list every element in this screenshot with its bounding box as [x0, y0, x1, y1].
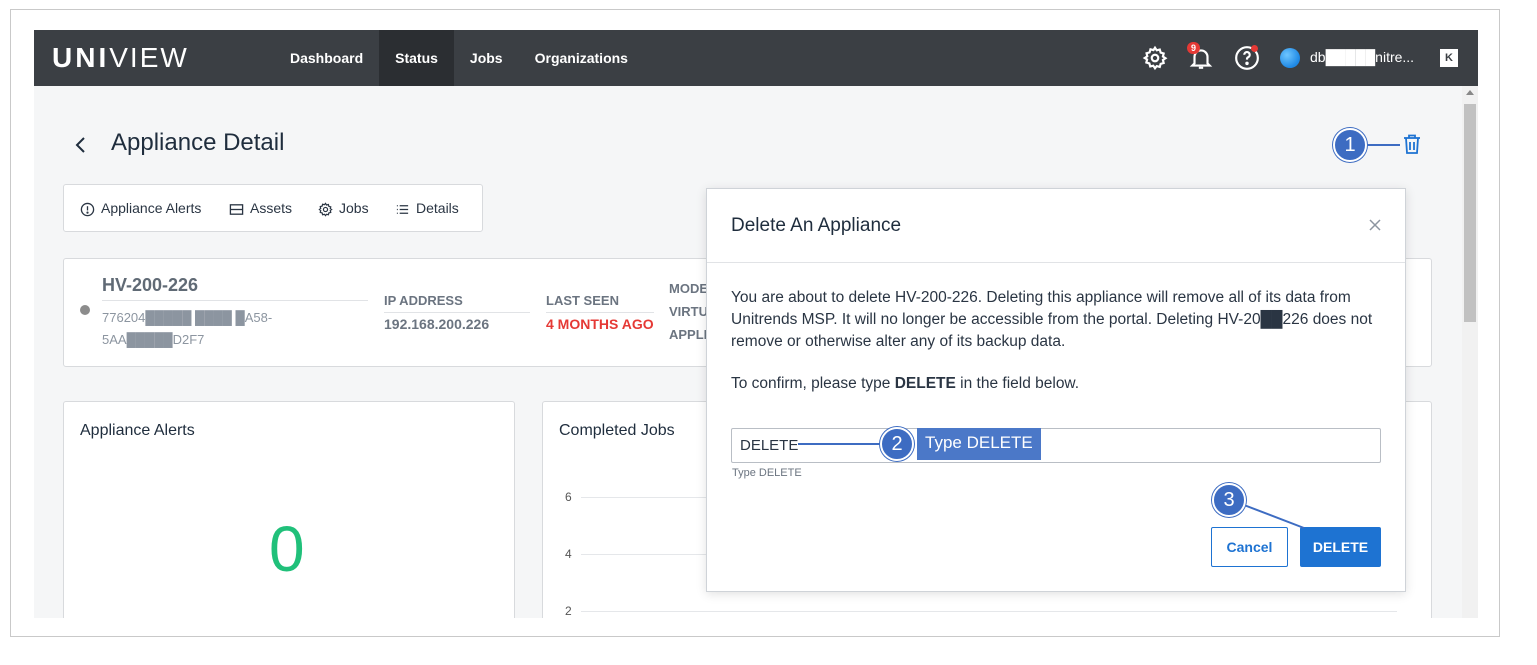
tab-assets[interactable]: Assets	[229, 185, 292, 231]
y-tick-6: 6	[565, 490, 572, 504]
nav-dashboard[interactable]: Dashboard	[274, 30, 379, 86]
y-tick-4: 4	[565, 547, 572, 561]
scrollbar-thumb[interactable]	[1464, 104, 1476, 322]
ip-address-value: 192.168.200.226	[384, 316, 490, 332]
y-tick-2: 2	[565, 604, 572, 618]
top-nav-bar: UNIVIEW Dashboard Status Jobs Organizati…	[34, 30, 1478, 86]
last-seen-value: 4 MONTHS AGO	[546, 316, 654, 332]
page-title: Appliance Detail	[111, 129, 285, 156]
nav-organizations[interactable]: Organizations	[519, 30, 644, 86]
k-icon[interactable]: K	[1440, 49, 1458, 67]
gear-icon	[318, 202, 333, 217]
appliance-id: 776204█████ ████ █A58- 5AA█████D2F7	[102, 310, 273, 347]
delete-appliance-modal: Delete An Appliance You are about to del…	[706, 188, 1406, 592]
divider	[102, 300, 368, 301]
modal-divider	[707, 262, 1405, 263]
modal-warning-text: You are about to delete HV-200-226. Dele…	[731, 289, 1373, 350]
trash-icon[interactable]	[1402, 133, 1422, 155]
assets-icon	[229, 203, 244, 215]
jobs-card-title: Completed Jobs	[559, 422, 675, 439]
divider	[546, 312, 654, 313]
tab-details[interactable]: Details	[395, 185, 459, 231]
grid-line	[581, 611, 1397, 612]
ip-address-label: IP ADDRESS	[384, 293, 463, 308]
close-icon[interactable]	[1367, 217, 1383, 233]
modal-title: Delete An Appliance	[731, 215, 902, 236]
alerts-card-title: Appliance Alerts	[80, 422, 195, 439]
tab-appliance-alerts[interactable]: Appliance Alerts	[80, 185, 201, 231]
username[interactable]: db█████nitre...	[1310, 49, 1414, 65]
modal-confirm-text: To confirm, please type DELETE in the fi…	[731, 375, 1080, 392]
model-label: MODE	[669, 281, 708, 296]
model-value-line1: VIRTU	[669, 304, 708, 319]
notifications-badge: 9	[1187, 42, 1201, 54]
nav-status[interactable]: Status	[379, 30, 454, 86]
callout-step-1: 1	[1333, 128, 1367, 162]
alerts-count[interactable]: 0	[269, 512, 305, 586]
appliance-name: HV-200-226	[102, 275, 199, 295]
callout-step-3: 3	[1212, 483, 1246, 517]
appliance-alerts-card: Appliance Alerts 0	[63, 401, 515, 618]
avatar[interactable]	[1280, 48, 1300, 68]
back-chevron-icon[interactable]	[74, 134, 88, 156]
model-value-line2: APPLI	[669, 327, 708, 342]
uniview-logo: UNIVIEW	[52, 42, 189, 73]
tab-jobs[interactable]: Jobs	[318, 185, 369, 231]
status-dot	[80, 305, 90, 315]
alert-circle-icon	[80, 202, 95, 217]
gear-icon[interactable]	[1142, 45, 1168, 71]
input-helper-text: Type DELETE	[732, 467, 802, 479]
main-nav: Dashboard Status Jobs Organizations	[274, 30, 644, 86]
detail-tabs: Appliance Alerts Assets Jobs Details	[63, 184, 483, 232]
list-icon	[396, 204, 409, 214]
cancel-button[interactable]: Cancel	[1211, 527, 1288, 567]
callout-step-2: 2	[880, 427, 914, 461]
nav-jobs[interactable]: Jobs	[454, 30, 519, 86]
help-alert-dot	[1251, 45, 1258, 52]
divider	[384, 312, 530, 313]
last-seen-label: LAST SEEN	[546, 293, 619, 308]
callout-step-2-label: Type DELETE	[917, 428, 1041, 460]
delete-button[interactable]: DELETE	[1300, 527, 1381, 567]
scroll-up-arrow-icon[interactable]	[1466, 90, 1474, 95]
delete-confirm-input[interactable]: DELETE	[731, 428, 1381, 463]
